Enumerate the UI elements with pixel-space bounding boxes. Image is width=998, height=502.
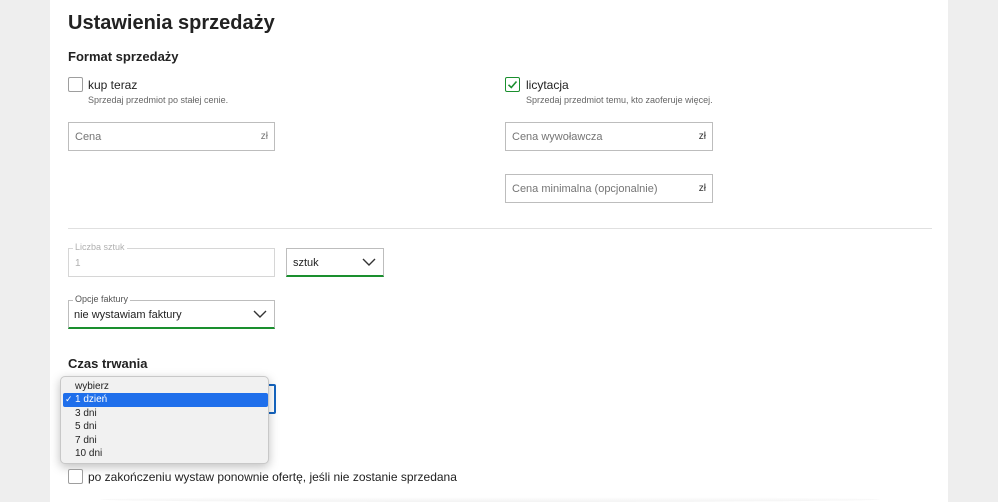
checkmark-icon — [507, 80, 518, 89]
buy-now-label[interactable]: kup teraz — [88, 78, 137, 92]
buy-now-help: Sprzedaj przedmiot po stałej cenie. — [88, 95, 229, 105]
relist-checkbox[interactable] — [68, 469, 83, 484]
invoice-value: nie wystawiam faktury — [74, 309, 182, 321]
section-divider — [68, 228, 932, 229]
auction-help: Sprzedaj przedmiot temu, kto zaoferuje w… — [526, 95, 713, 105]
duration-dropdown[interactable]: wybierz ✓ 1 dzień 3 dni 5 dni 7 dni 10 dn… — [60, 376, 269, 464]
start-price-placeholder: Cena wywoławcza — [512, 131, 603, 143]
auction-checkbox[interactable] — [505, 77, 520, 92]
page-title: Ustawienia sprzedaży — [68, 12, 275, 34]
duration-option-selected[interactable]: ✓ 1 dzień — [63, 393, 268, 407]
quantity-value: 1 — [75, 258, 81, 269]
min-price-currency: zł — [698, 183, 706, 194]
duration-title: Czas trwania — [68, 356, 148, 371]
relist-label[interactable]: po zakończeniu wystaw ponownie ofertę, j… — [88, 470, 457, 484]
duration-option[interactable]: 10 dni — [63, 447, 268, 461]
duration-option[interactable]: 7 dni — [63, 434, 268, 448]
start-price-currency: zł — [698, 131, 706, 142]
chevron-down-icon — [362, 258, 376, 266]
price-placeholder: Cena — [75, 131, 102, 143]
quantity-label: Liczba sztuk — [73, 242, 127, 252]
chevron-down-icon — [253, 310, 267, 318]
duration-option[interactable]: wybierz — [63, 380, 268, 394]
quantity-input[interactable]: Liczba sztuk 1 — [68, 242, 275, 277]
quantity-unit-value: sztuk — [293, 257, 319, 269]
bottom-shadow — [100, 497, 880, 502]
price-currency: zł — [260, 131, 268, 142]
price-input[interactable]: Cena zł — [68, 122, 275, 151]
start-price-input[interactable]: Cena wywoławcza zł — [505, 122, 713, 151]
duration-option[interactable]: 5 dni — [63, 420, 268, 434]
sale-format-title: Format sprzedaży — [68, 49, 179, 64]
min-price-input[interactable]: Cena minimalna (opcjonalnie) zł — [505, 174, 713, 203]
buy-now-checkbox[interactable] — [68, 77, 83, 92]
invoice-select[interactable]: Opcje faktury nie wystawiam faktury — [68, 294, 275, 329]
quantity-unit-select[interactable]: sztuk — [286, 248, 384, 277]
auction-label[interactable]: licytacja — [526, 78, 569, 92]
invoice-label: Opcje faktury — [73, 294, 131, 304]
min-price-placeholder: Cena minimalna (opcjonalnie) — [512, 183, 658, 195]
duration-option[interactable]: 3 dni — [63, 407, 268, 421]
